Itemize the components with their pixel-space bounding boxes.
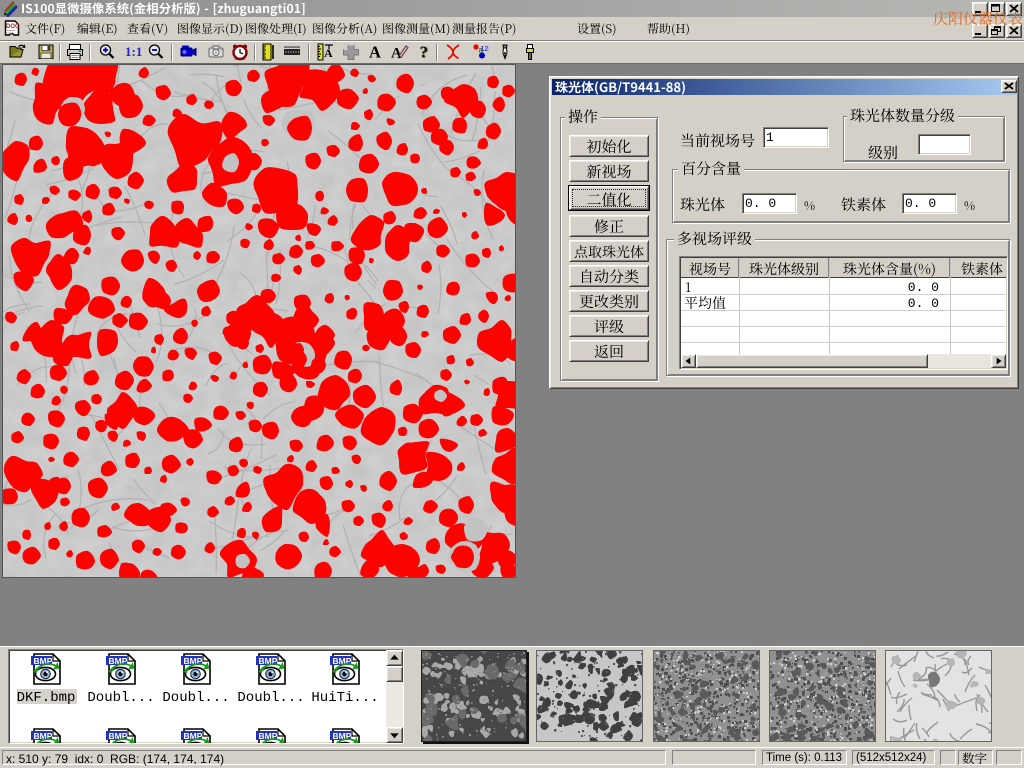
svg-text:123: 123 [481, 46, 490, 53]
svg-text:DOC: DOC [6, 24, 20, 30]
svg-text:?: ? [420, 43, 429, 61]
svg-text:A: A [369, 43, 381, 61]
svg-text:1:1: 1:1 [125, 44, 142, 59]
